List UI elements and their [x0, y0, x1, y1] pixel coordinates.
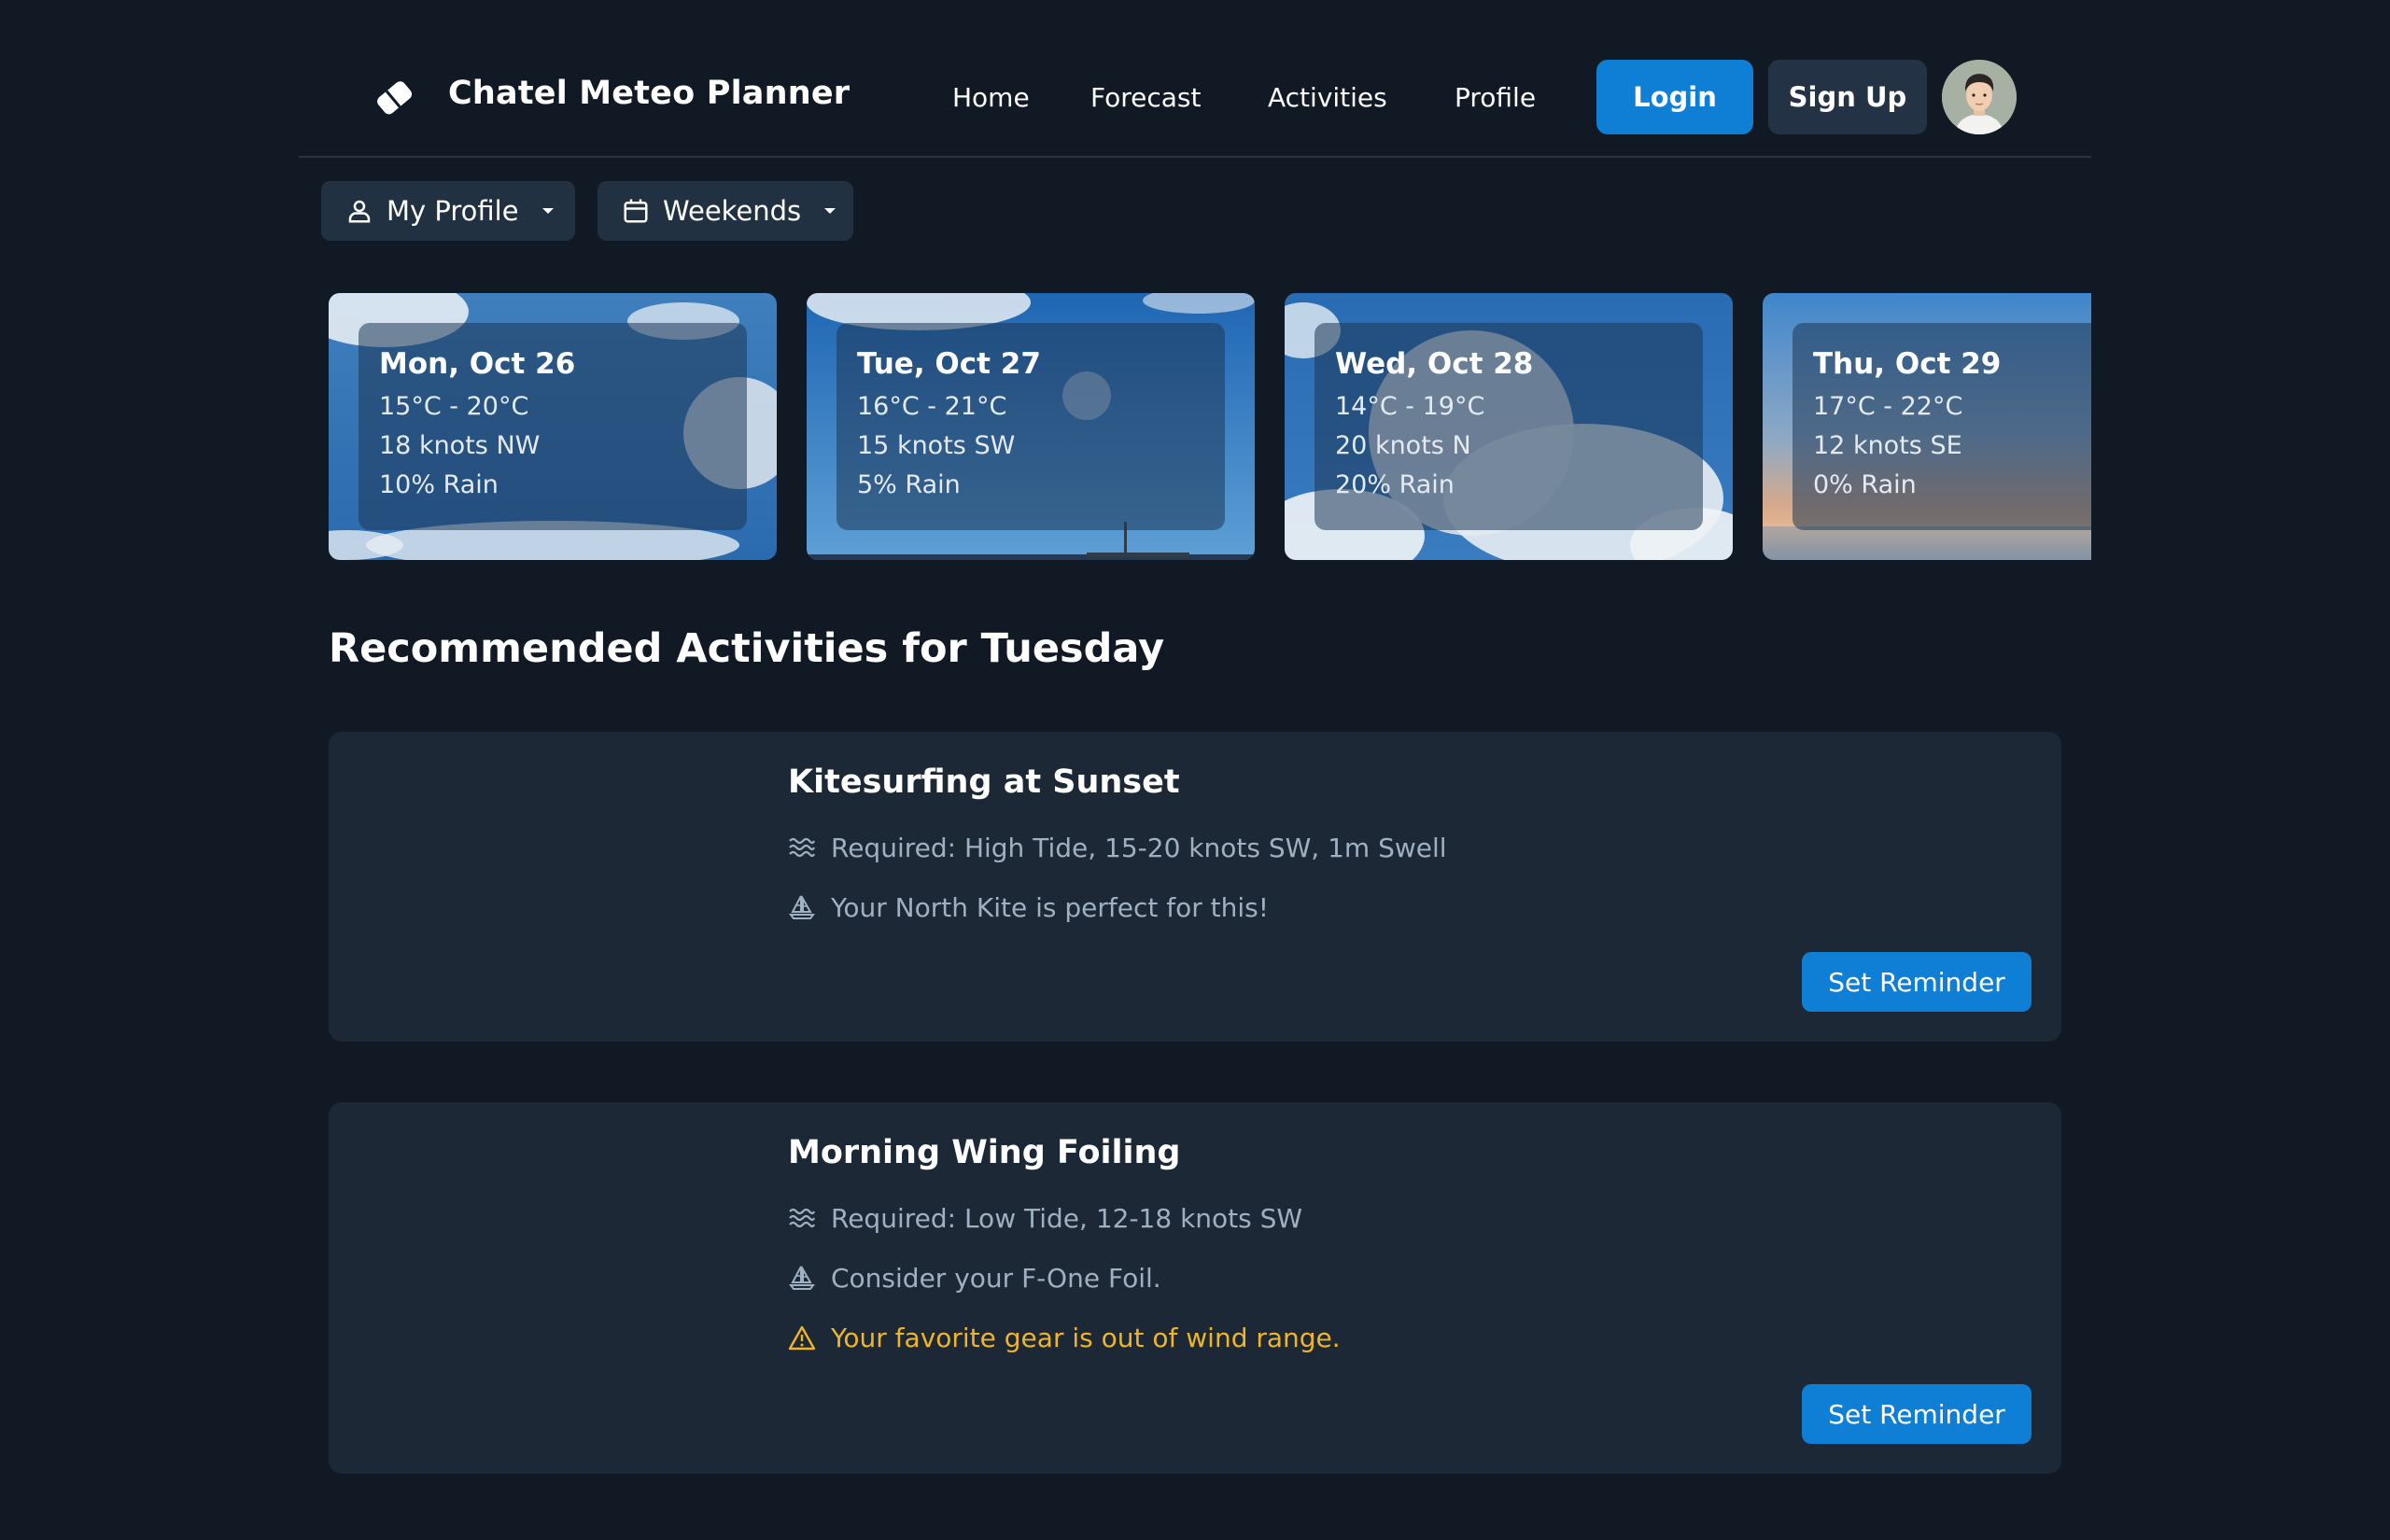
activity-title: Kitesurfing at Sunset	[788, 763, 1180, 801]
app-root: Chatel Meteo Planner Home Forecast Activ…	[299, 0, 2091, 1540]
day-title: Wed, Oct 28	[1335, 347, 1534, 381]
day-wind: 20 knots N	[1335, 431, 1471, 460]
avatar-image	[1942, 60, 2017, 134]
caret-down-icon	[824, 208, 836, 214]
profile-filter-dropdown[interactable]: My Profile	[321, 181, 575, 241]
activity-requirement: Required: Low Tide, 12-18 knots SW	[788, 1199, 1302, 1237]
day-wind: 18 knots NW	[379, 431, 541, 460]
activity-warning-text: Your favorite gear is out of wind range.	[831, 1322, 1341, 1353]
top-header: Chatel Meteo Planner Home Forecast Activ…	[299, 0, 2091, 158]
nav-profile[interactable]: Profile	[1455, 82, 1536, 113]
set-reminder-button[interactable]: Set Reminder	[1802, 952, 2032, 1012]
person-icon	[348, 200, 371, 223]
login-button[interactable]: Login	[1596, 60, 1753, 134]
period-filter-label: Weekends	[663, 195, 802, 227]
day-temperature: 16°C - 21°C	[857, 392, 1007, 421]
forecast-carousel[interactable]: Mon, Oct 26 15°C - 20°C 18 knots NW 10% …	[329, 293, 2091, 562]
user-avatar[interactable]	[1942, 60, 2017, 134]
forecast-card[interactable]: Mon, Oct 26 15°C - 20°C 18 knots NW 10% …	[329, 293, 777, 560]
activity-requirement-text: Required: High Tide, 15-20 knots SW, 1m …	[831, 832, 1447, 863]
activity-title: Morning Wing Foiling	[788, 1134, 1181, 1171]
activity-gear-note: Consider your F-One Foil.	[788, 1259, 1161, 1296]
activity-gear-text: Your North Kite is perfect for this!	[831, 891, 1269, 923]
activity-gear-note: Your North Kite is perfect for this!	[788, 889, 1269, 926]
day-wind: 12 knots SE	[1813, 431, 1962, 460]
day-rain: 5% Rain	[857, 470, 961, 499]
day-wind: 15 knots SW	[857, 431, 1016, 460]
profile-filter-label: My Profile	[387, 195, 519, 227]
nav-home[interactable]: Home	[952, 82, 1030, 113]
activity-card: Kitesurfing at Sunset Required: High Tid…	[329, 732, 2061, 1042]
activity-warning: Your favorite gear is out of wind range.	[788, 1319, 1341, 1356]
day-rain: 10% Rain	[379, 470, 499, 499]
set-reminder-button[interactable]: Set Reminder	[1802, 1384, 2032, 1444]
day-title: Tue, Oct 27	[857, 347, 1041, 381]
day-rain: 20% Rain	[1335, 470, 1455, 499]
waves-icon	[789, 837, 816, 858]
signup-button[interactable]: Sign Up	[1768, 60, 1927, 134]
app-title: Chatel Meteo Planner	[448, 75, 851, 112]
forecast-card[interactable]: Thu, Oct 29 17°C - 22°C 12 knots SE 0% R…	[1763, 293, 2091, 560]
activity-requirement-text: Required: Low Tide, 12-18 knots SW	[831, 1202, 1303, 1234]
section-title: Recommended Activities for Tuesday	[329, 625, 1165, 672]
day-title: Thu, Oct 29	[1813, 347, 2002, 381]
day-rain: 0% Rain	[1813, 470, 1917, 499]
nav-activities[interactable]: Activities	[1268, 82, 1387, 113]
waves-icon	[789, 1208, 816, 1228]
activity-requirement: Required: High Tide, 15-20 knots SW, 1m …	[788, 829, 1447, 866]
forecast-card[interactable]: Tue, Oct 27 16°C - 21°C 15 knots SW 5% R…	[807, 293, 1255, 560]
period-filter-dropdown[interactable]: Weekends	[598, 181, 853, 241]
day-temperature: 15°C - 20°C	[379, 392, 529, 421]
day-temperature: 17°C - 22°C	[1813, 392, 1963, 421]
sailboat-icon	[789, 895, 815, 919]
calendar-icon	[624, 199, 648, 223]
warning-icon	[788, 1325, 816, 1351]
caret-down-icon	[541, 208, 554, 214]
day-title: Mon, Oct 26	[379, 347, 576, 381]
forecast-card[interactable]: Wed, Oct 28 14°C - 19°C 20 knots N 20% R…	[1285, 293, 1733, 560]
activity-card: Morning Wing Foiling Required: Low Tide,…	[329, 1102, 2061, 1474]
activity-gear-text: Consider your F-One Foil.	[831, 1262, 1161, 1294]
day-temperature: 14°C - 19°C	[1335, 392, 1485, 421]
sailboat-icon	[789, 1266, 815, 1290]
nav-forecast[interactable]: Forecast	[1090, 82, 1201, 113]
tag-icon	[377, 81, 413, 115]
